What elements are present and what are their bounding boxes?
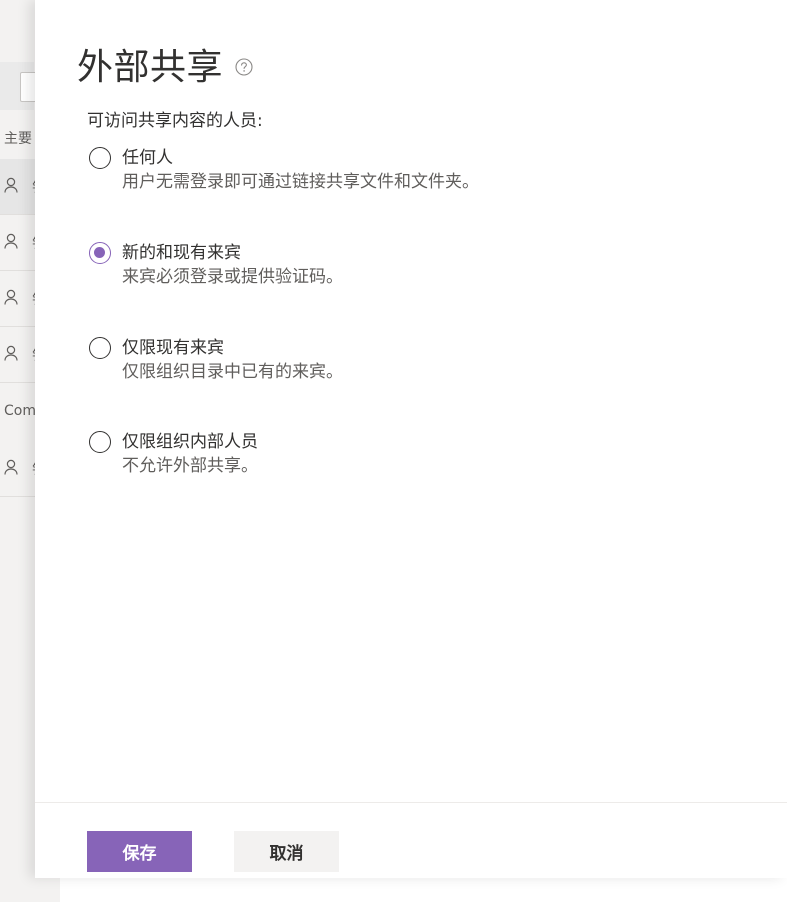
person-icon [4, 289, 18, 305]
option-title: 仅限组织内部人员 [122, 432, 258, 452]
panel-title: 外部共享 [77, 47, 224, 88]
radio-anyone[interactable] [89, 147, 111, 169]
external-sharing-panel: 外部共享 可访问共享内容的人员: 任何人 用户无需登录即可通过链接共享文件和文件… [35, 0, 787, 878]
option-description: 来宾必须登录或提供验证码。 [122, 267, 343, 287]
option-text: 仅限现有来宾 仅限组织目录中已有的来宾。 [122, 336, 343, 384]
radio-new-and-existing-guests[interactable] [89, 242, 111, 264]
title-row: 外部共享 [77, 38, 253, 90]
person-icon [4, 345, 18, 361]
radio-only-organization[interactable] [89, 431, 111, 453]
option-description: 仅限组织目录中已有的来宾。 [122, 362, 343, 382]
background-section-com: Com [4, 403, 36, 419]
option-title: 新的和现有来宾 [122, 243, 241, 263]
option-existing-guests-only[interactable]: 仅限现有来宾 仅限组织目录中已有的来宾。 [89, 336, 343, 384]
option-description: 不允许外部共享。 [122, 456, 258, 476]
question-circle-icon[interactable] [235, 58, 253, 76]
option-title: 仅限现有来宾 [122, 338, 224, 358]
option-anyone[interactable]: 任何人 用户无需登录即可通过链接共享文件和文件夹。 [89, 146, 479, 194]
footer-divider [35, 802, 787, 803]
person-icon [4, 177, 18, 193]
radio-existing-guests-only[interactable] [89, 337, 111, 359]
save-button[interactable]: 保存 [87, 831, 192, 872]
option-description: 用户无需登录即可通过链接共享文件和文件夹。 [122, 172, 479, 192]
option-text: 任何人 用户无需登录即可通过链接共享文件和文件夹。 [122, 146, 479, 194]
option-text: 新的和现有来宾 来宾必须登录或提供验证码。 [122, 241, 343, 289]
background-search-area [0, 62, 40, 110]
section-label: 可访问共享内容的人员: [87, 111, 263, 131]
background-section-main: 主要 [4, 131, 32, 147]
person-icon [4, 233, 18, 249]
option-title: 任何人 [122, 148, 173, 168]
option-text: 仅限组织内部人员 不允许外部共享。 [122, 430, 258, 478]
person-icon [4, 459, 18, 475]
option-only-organization[interactable]: 仅限组织内部人员 不允许外部共享。 [89, 430, 258, 478]
cancel-button[interactable]: 取消 [234, 831, 339, 872]
option-new-and-existing-guests[interactable]: 新的和现有来宾 来宾必须登录或提供验证码。 [89, 241, 343, 289]
